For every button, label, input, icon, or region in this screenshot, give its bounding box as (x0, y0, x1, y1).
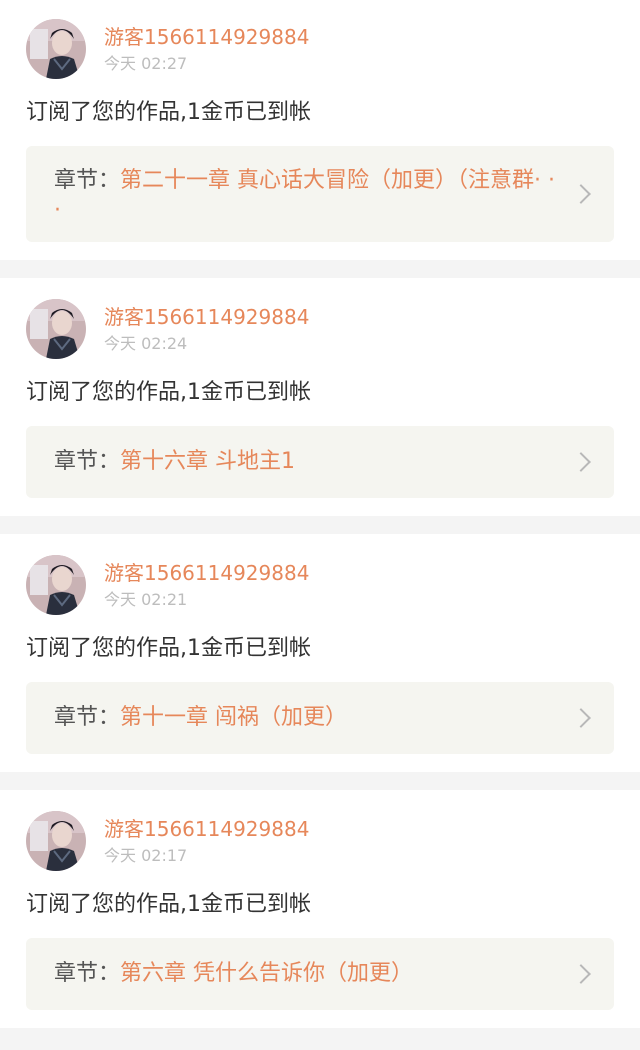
chevron-right-icon (571, 964, 591, 984)
notification-card: 游客1566114929884 今天 02:21 订阅了您的作品,1金币已到帐 … (0, 534, 640, 772)
username[interactable]: 游客1566114929884 (104, 559, 309, 587)
username[interactable]: 游客1566114929884 (104, 815, 309, 843)
notification-header: 游客1566114929884 今天 02:27 (26, 18, 614, 80)
chapter-prefix: 章节： (54, 168, 121, 193)
timestamp: 今天 02:27 (104, 54, 188, 73)
notification-message: 订阅了您的作品,1金币已到帐 (26, 892, 311, 917)
chapter-link[interactable]: 章节：第六章 凭什么告诉你（加更） (26, 938, 614, 1010)
notification-card: 游客1566114929884 今天 02:24 订阅了您的作品,1金币已到帐 … (0, 278, 640, 516)
chapter-link[interactable]: 章节：第十六章 斗地主1 (26, 426, 614, 498)
notification-list: 游客1566114929884 今天 02:27 订阅了您的作品,1金币已到帐 … (0, 0, 640, 1028)
chapter-prefix: 章节： (54, 961, 121, 986)
notification-card: 游客1566114929884 今天 02:17 订阅了您的作品,1金币已到帐 … (0, 790, 640, 1028)
avatar[interactable] (26, 19, 86, 79)
username[interactable]: 游客1566114929884 (104, 303, 309, 331)
chevron-right-icon (571, 184, 591, 204)
avatar[interactable] (26, 555, 86, 615)
timestamp: 今天 02:24 (104, 334, 188, 353)
chapter-title: 第十六章 斗地主1 (120, 449, 296, 474)
chevron-right-icon (571, 708, 591, 728)
chapter-title: 第十一章 闯祸（加更） (120, 705, 348, 730)
chevron-right-icon (571, 452, 591, 472)
chapter-title: 第二十一章 真心话大冒险（加更）（注意群· · · (54, 168, 555, 223)
chapter-title: 第六章 凭什么告诉你（加更） (120, 961, 414, 986)
notification-header: 游客1566114929884 今天 02:17 (26, 810, 614, 872)
chapter-link[interactable]: 章节：第十一章 闯祸（加更） (26, 682, 614, 754)
timestamp: 今天 02:21 (104, 590, 188, 609)
timestamp: 今天 02:17 (104, 846, 188, 865)
chapter-prefix: 章节： (54, 705, 121, 730)
avatar[interactable] (26, 299, 86, 359)
notification-message: 订阅了您的作品,1金币已到帐 (26, 100, 311, 125)
username[interactable]: 游客1566114929884 (104, 23, 309, 51)
notification-header: 游客1566114929884 今天 02:21 (26, 554, 614, 616)
notification-message: 订阅了您的作品,1金币已到帐 (26, 636, 311, 661)
notification-header: 游客1566114929884 今天 02:24 (26, 298, 614, 360)
chapter-link[interactable]: 章节：第二十一章 真心话大冒险（加更）（注意群· · · (26, 146, 614, 242)
notification-message: 订阅了您的作品,1金币已到帐 (26, 380, 311, 405)
notification-card: 游客1566114929884 今天 02:27 订阅了您的作品,1金币已到帐 … (0, 0, 640, 260)
avatar[interactable] (26, 811, 86, 871)
chapter-prefix: 章节： (54, 449, 121, 474)
